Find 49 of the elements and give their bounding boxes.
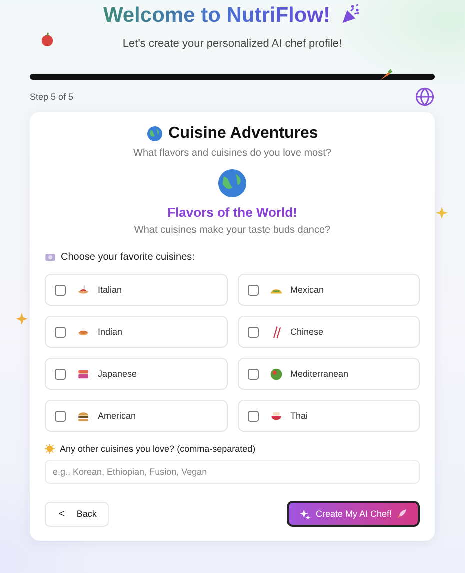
card-subtitle: What flavors and cuisines do you love most? [134,148,332,159]
noodle-bowl-icon [270,410,282,422]
create-chef-button[interactable]: Create My AI Chef! [286,501,420,527]
option-label: Thai [290,411,308,421]
sushi-icon [77,368,90,380]
cuisines-input-field[interactable]: e.g., Korean, Ethiopian, Fusion, Vegan [45,460,420,484]
sparkles-icon [300,508,311,520]
option-label: Mediterranean [290,369,349,379]
checkbox[interactable] [248,284,258,296]
option-label: Italian [98,285,122,295]
globe-icon[interactable] [415,87,435,107]
option-label: Indian [98,327,123,337]
sparkle-icon [436,207,448,219]
field-label: Any other cuisines you love? (comma-separated) [60,444,256,454]
sun-icon [45,444,55,454]
option-label: Mexican [290,285,324,295]
burger-icon [77,410,90,422]
field-label: Choose your favorite cuisines: [61,252,195,263]
checkbox[interactable] [248,326,258,338]
sparkle-icon [16,313,28,325]
globe-icon [218,169,247,198]
cuisine-option[interactable]: Chinese [238,316,420,348]
option-label: Japanese [98,369,138,379]
section-prompt: What cuisines make your taste buds dance? [134,225,331,236]
checkbox[interactable] [55,368,66,380]
cuisine-option[interactable]: Thai [238,400,420,432]
checkbox[interactable] [55,326,66,338]
cuisine-option[interactable]: Italian [45,274,228,306]
section-heading: Flavors of the World! [168,205,298,220]
option-label: American [98,411,136,421]
checkbox[interactable] [55,284,66,296]
checkbox[interactable] [55,410,66,422]
card-title: Cuisine Adventures [168,125,318,143]
checkbox[interactable] [248,410,258,422]
cuisine-option[interactable]: Japanese [45,358,228,390]
option-label: Chinese [290,327,324,337]
cuisine-option[interactable]: Mexican [238,274,420,306]
subtitle: Let's create your personalized AI chef profile! [122,38,342,50]
cuisine-option[interactable]: Mediterranean [238,358,420,390]
globe-icon [146,126,163,142]
checkbox[interactable] [248,368,258,380]
step-label: Step 5 of 5 [30,92,74,102]
carrot-icon [379,68,393,82]
pasta-bowl-icon [77,284,90,296]
cuisine-option[interactable]: Indian [45,316,228,348]
apple-icon [40,32,55,47]
back-button[interactable]: < Back [45,502,109,526]
olive-icon [270,368,282,380]
cuisine-option[interactable]: American [45,400,228,432]
